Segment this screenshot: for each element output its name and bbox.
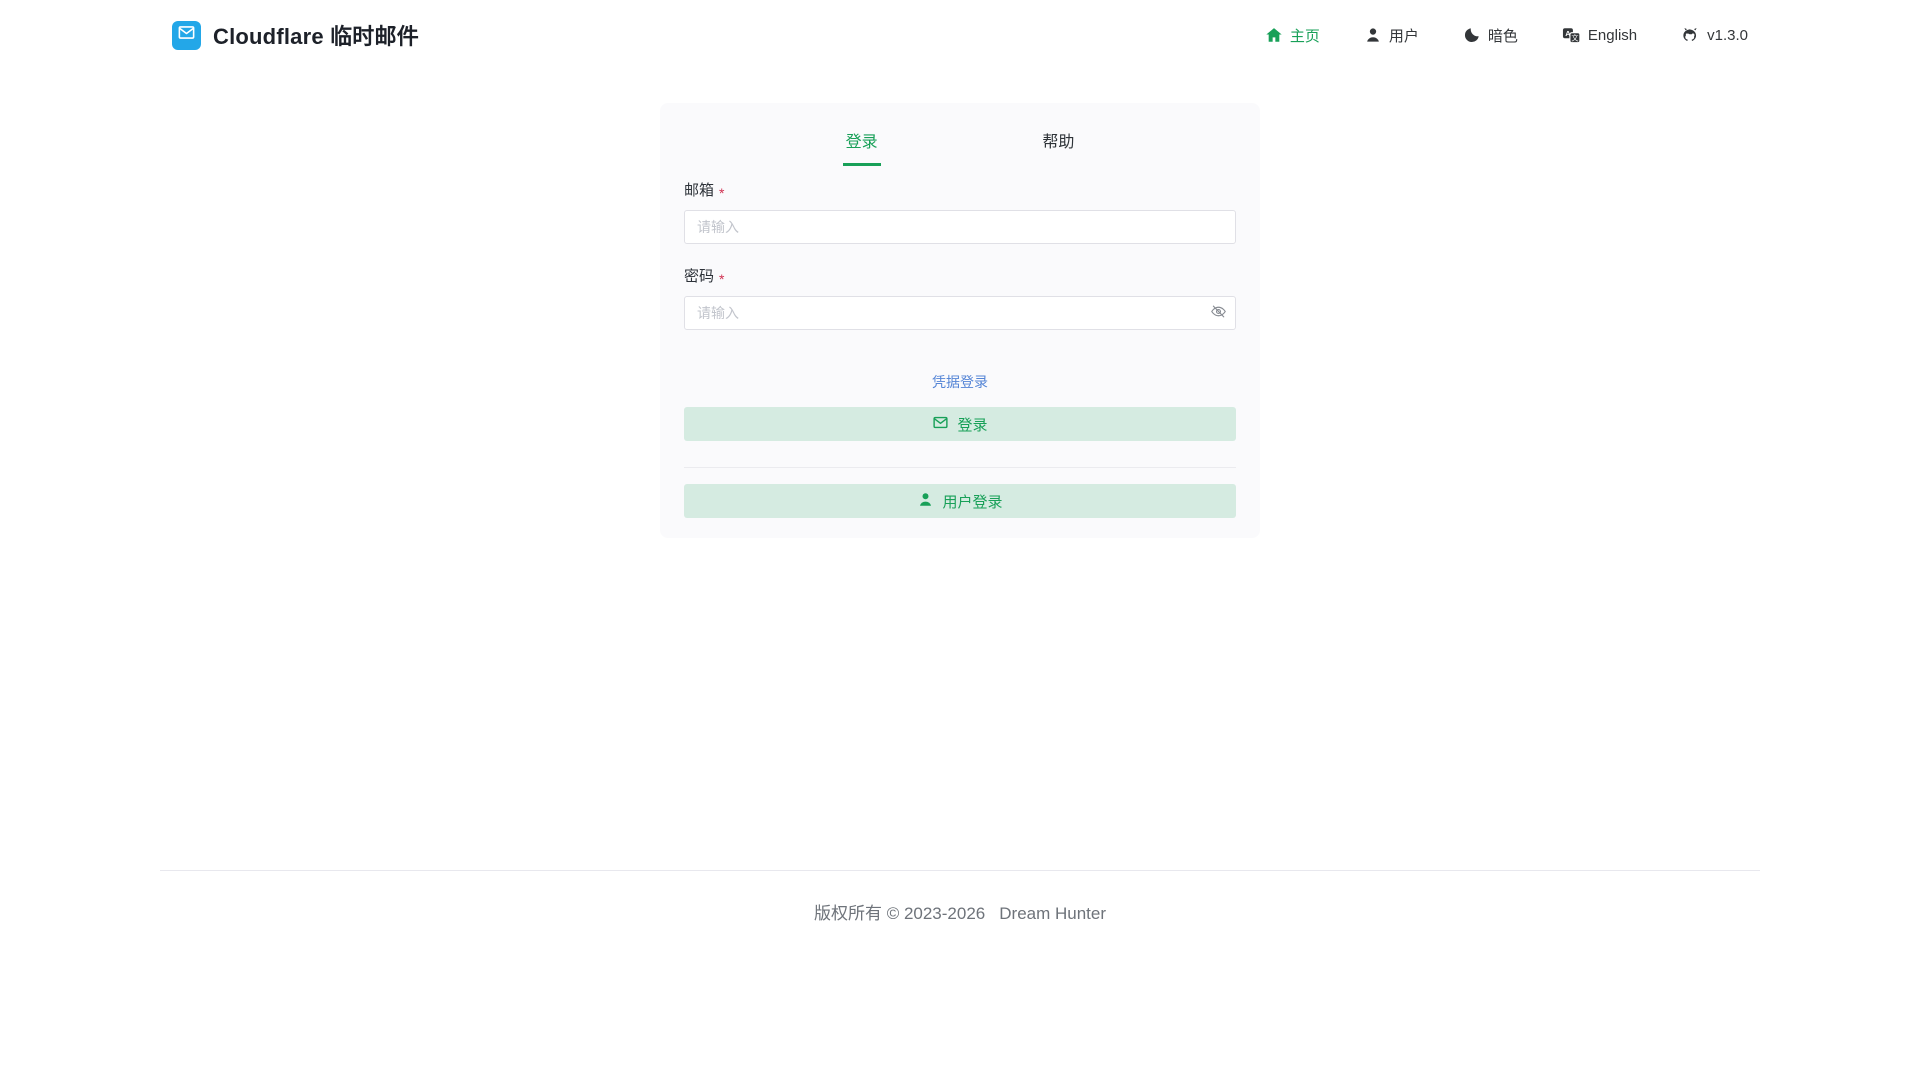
tab-help[interactable]: 帮助 xyxy=(1039,129,1077,166)
home-icon xyxy=(1265,26,1283,44)
login-tabs: 登录 帮助 xyxy=(684,129,1236,166)
user-login-button[interactable]: 用户登录 xyxy=(684,484,1236,518)
nav-item-label: 暗色 xyxy=(1487,27,1518,45)
copyright-text: 版权所有 © 2023-2026 xyxy=(813,904,986,923)
divider xyxy=(684,467,1236,468)
tab-login[interactable]: 登录 xyxy=(842,129,881,166)
login-form: 邮箱 * 密码 * xyxy=(684,182,1236,518)
eye-off-icon xyxy=(1210,303,1227,323)
mail-icon xyxy=(932,414,949,435)
user-icon xyxy=(917,491,934,512)
moon-icon xyxy=(1463,26,1481,44)
nav-item-dark-mode[interactable]: 暗色 xyxy=(1463,25,1518,46)
svg-text:文: 文 xyxy=(1571,33,1578,42)
mail-icon xyxy=(177,23,196,47)
login-button[interactable]: 登录 xyxy=(684,407,1236,441)
required-mark: * xyxy=(719,184,725,201)
nav-item-label: 主页 xyxy=(1289,27,1320,45)
author-link[interactable]: Dream Hunter xyxy=(999,904,1106,923)
nav-item-label: 用户 xyxy=(1388,27,1419,45)
github-icon xyxy=(1681,26,1700,45)
nav-item-label: v1.3.0 xyxy=(1707,26,1748,44)
password-field[interactable] xyxy=(684,296,1236,330)
required-mark: * xyxy=(719,270,725,287)
password-visibility-toggle[interactable] xyxy=(1210,303,1227,323)
email-field[interactable] xyxy=(684,210,1236,244)
email-label: 邮箱 * xyxy=(684,182,725,201)
nav-item-home[interactable]: 主页 xyxy=(1265,25,1320,46)
login-card: 登录 帮助 邮箱 * 密码 * xyxy=(660,103,1260,538)
nav-item-version[interactable]: v1.3.0 xyxy=(1681,26,1748,45)
user-icon xyxy=(1364,26,1382,44)
credential-login-row: 凭据登录 xyxy=(684,374,1236,391)
email-form-item: 邮箱 * xyxy=(684,182,1236,244)
page-title: Cloudflare 临时邮件 xyxy=(213,24,419,49)
credential-login-link[interactable]: 凭据登录 xyxy=(932,374,988,390)
nav-item-language[interactable]: A 文 English xyxy=(1562,26,1637,45)
password-form-item: 密码 * xyxy=(684,268,1236,330)
nav-item-label: English xyxy=(1587,26,1638,44)
footer: 版权所有 © 2023-2026 Dream Hunter xyxy=(0,899,1920,924)
app-logo xyxy=(172,20,201,50)
footer-divider xyxy=(160,870,1760,871)
password-label: 密码 * xyxy=(684,268,725,287)
brand: Cloudflare 临时邮件 xyxy=(172,19,419,51)
header: Cloudflare 临时邮件 主页 用户 暗色 A 文 English v1.… xyxy=(0,0,1920,70)
nav-item-user[interactable]: 用户 xyxy=(1364,25,1419,46)
translate-icon: A 文 xyxy=(1562,26,1581,45)
top-nav: 主页 用户 暗色 A 文 English v1.3.0 xyxy=(1265,25,1748,46)
